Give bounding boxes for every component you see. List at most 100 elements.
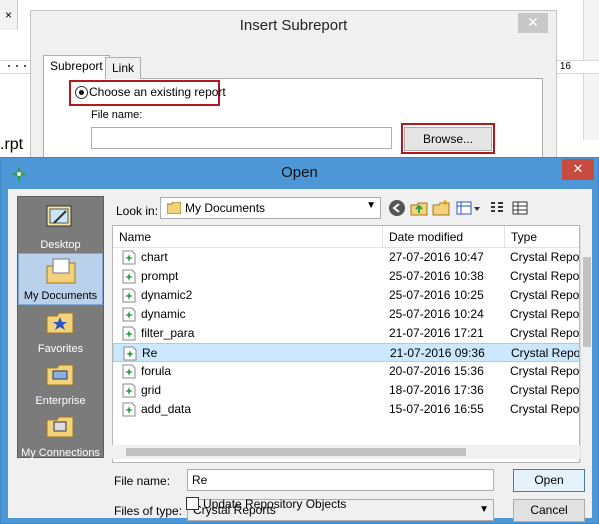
open-dialog: Open ✕ Desktop My Documents Favorites En… xyxy=(0,157,599,524)
crystal-report-icon xyxy=(122,326,136,341)
file-row[interactable]: filter_para 21-07-2016 17:21 Crystal Repor… xyxy=(113,324,580,343)
scroll-thumb[interactable] xyxy=(126,448,466,456)
dialog-title: Open xyxy=(281,164,318,181)
crystal-report-icon xyxy=(122,288,136,303)
file-date: 21-07-2016 09:36 xyxy=(390,346,485,360)
file-name: dynamic xyxy=(141,307,186,321)
file-type: Crystal Report xyxy=(510,326,580,340)
crystal-report-icon xyxy=(122,364,136,379)
file-row[interactable]: forula 20-07-2016 15:36 Crystal Report xyxy=(113,362,579,381)
places-bar: Desktop My Documents Favorites Enterpris… xyxy=(17,196,104,461)
ruler-tick xyxy=(16,65,18,67)
cancel-button[interactable]: Cancel xyxy=(513,499,585,522)
file-name-label: File name: xyxy=(114,474,171,488)
file-date: 18-07-2016 17:36 xyxy=(389,383,484,397)
file-name: add_data xyxy=(141,402,192,416)
place-my-documents[interactable]: My Documents xyxy=(18,253,103,305)
file-type: Crystal Report xyxy=(510,402,580,416)
insert-subreport-dialog: Insert Subreport ✕ Subreport Link Choose… xyxy=(30,10,557,170)
file-date: 21-07-2016 17:21 xyxy=(389,326,484,340)
file-date: 27-07-2016 10:47 xyxy=(389,250,484,264)
file-name: chart xyxy=(141,250,168,264)
file-row[interactable]: chart 27-07-2016 10:47 Crystal Report xyxy=(113,248,580,267)
file-date: 25-07-2016 10:25 xyxy=(389,288,484,302)
open-button[interactable]: Open xyxy=(513,469,585,492)
list-view-icon[interactable] xyxy=(488,199,506,217)
close-button[interactable]: ✕ xyxy=(518,13,548,33)
look-in-label: Look in: xyxy=(116,204,159,218)
file-name: grid xyxy=(141,383,162,397)
crystal-report-icon xyxy=(122,307,136,322)
view-menu-icon[interactable] xyxy=(456,199,482,217)
ruler-tick xyxy=(24,65,26,67)
column-header-date[interactable]: Date modified xyxy=(383,226,505,248)
file-row[interactable]: dynamic 25-07-2016 10:24 Crystal Report xyxy=(113,305,580,324)
crystal-report-icon xyxy=(122,383,136,398)
crystal-report-icon xyxy=(122,402,136,417)
ruler-tick xyxy=(8,65,10,67)
back-icon[interactable] xyxy=(388,199,406,217)
place-label: Desktop xyxy=(40,239,81,251)
file-type: Crystal Report xyxy=(510,288,580,302)
enterprise-icon xyxy=(46,364,74,386)
scroll-thumb[interactable] xyxy=(583,257,591,347)
details-view-icon[interactable] xyxy=(511,199,529,217)
new-folder-icon[interactable] xyxy=(432,199,450,217)
browse-button[interactable]: Browse... xyxy=(404,127,492,151)
file-name: prompt xyxy=(141,269,179,283)
file-name-input[interactable] xyxy=(91,127,392,149)
file-date: 25-07-2016 10:24 xyxy=(389,307,484,321)
chevron-down-icon: ▼ xyxy=(479,504,489,515)
place-enterprise[interactable]: Enterprise xyxy=(18,357,103,409)
file-name: filter_para xyxy=(141,326,195,340)
file-type: Crystal Report xyxy=(510,269,580,283)
file-row[interactable]: add_data 15-07-2016 16:55 Crystal Report xyxy=(113,400,580,419)
column-header-type[interactable]: Type xyxy=(505,226,579,248)
up-folder-icon[interactable] xyxy=(410,199,428,217)
file-row[interactable]: dynamic2 25-07-2016 10:25 Crystal Report xyxy=(113,286,580,305)
my-connections-icon xyxy=(46,416,74,438)
crystal-report-icon xyxy=(122,250,136,265)
choose-existing-label[interactable]: Choose an existing report xyxy=(89,85,226,99)
column-header-name[interactable]: Name xyxy=(113,226,383,248)
vertical-scrollbar[interactable] xyxy=(580,225,592,463)
choose-existing-radio[interactable] xyxy=(75,86,88,99)
favorites-icon xyxy=(46,312,74,334)
look-in-dropdown[interactable]: My Documents ▼ xyxy=(160,197,381,219)
tab-subreport[interactable]: Subreport xyxy=(43,55,110,79)
look-in-value: My Documents xyxy=(185,201,266,215)
file-row[interactable]: grid 18-07-2016 17:36 Crystal Report xyxy=(113,381,580,400)
open-dialog-body: Desktop My Documents Favorites Enterpris… xyxy=(8,189,592,522)
designer-tab-label: .rpt xyxy=(0,136,24,153)
file-date: 15-07-2016 16:55 xyxy=(389,402,484,416)
update-repository-checkbox[interactable] xyxy=(186,497,199,510)
my-documents-icon xyxy=(46,258,76,284)
tab-link[interactable]: Link xyxy=(105,57,142,79)
place-label: Favorites xyxy=(37,343,84,355)
place-label: Enterprise xyxy=(35,395,86,407)
file-type: Crystal Report xyxy=(510,307,580,321)
place-label: My Connections xyxy=(21,447,100,459)
place-my-connections[interactable]: My Connections xyxy=(18,409,103,461)
designer-tab-close[interactable]: × xyxy=(0,0,18,30)
file-name: forula xyxy=(141,364,172,378)
update-repository-label[interactable]: Update Repository Objects xyxy=(203,497,346,511)
horizontal-scrollbar[interactable] xyxy=(112,445,580,459)
file-list[interactable]: Name Date modified Type chart 27-07-2016 … xyxy=(112,225,580,463)
chevron-down-icon: ▼ xyxy=(366,200,376,211)
file-type: Crystal Report xyxy=(511,346,580,360)
place-desktop[interactable]: Desktop xyxy=(18,201,103,253)
place-favorites[interactable]: Favorites xyxy=(18,305,103,357)
files-of-type-label: Files of type: xyxy=(114,504,183,518)
file-type: Crystal Report xyxy=(510,250,580,264)
file-name: dynamic2 xyxy=(141,288,193,302)
file-row[interactable]: prompt 25-07-2016 10:38 Crystal Report xyxy=(113,267,580,286)
dialog-title: Insert Subreport xyxy=(239,17,348,34)
file-row[interactable]: Re 21-07-2016 09:36 Crystal Report xyxy=(113,343,580,362)
file-name-input[interactable]: Re xyxy=(187,469,494,491)
close-button[interactable]: ✕ xyxy=(562,159,594,180)
desktop-icon xyxy=(46,205,72,227)
ruler-number: 16 xyxy=(559,61,571,72)
file-type: Crystal Report xyxy=(510,383,580,397)
crystal-report-icon xyxy=(122,269,136,284)
